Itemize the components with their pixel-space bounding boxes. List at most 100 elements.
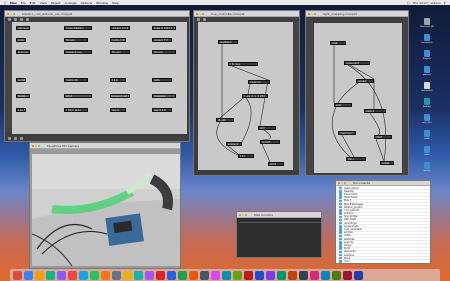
- edit-mode-icon[interactable]: [14, 137, 17, 140]
- dock-app-icon[interactable]: [101, 270, 110, 280]
- zoom-button[interactable]: [202, 12, 204, 15]
- dock-app-icon[interactable]: [24, 270, 33, 280]
- menu-edit[interactable]: Edit: [30, 1, 36, 5]
- spotlight-icon[interactable]: ⚲: [444, 1, 446, 5]
- minimize-button[interactable]: [341, 182, 343, 184]
- desktop-item-icon[interactable]: [424, 50, 430, 57]
- minimize-button[interactable]: [10, 12, 12, 15]
- dock-app-icon[interactable]: [277, 270, 286, 280]
- dock-app-icon[interactable]: [13, 270, 22, 280]
- minimize-button[interactable]: [35, 144, 37, 147]
- dock-app-icon[interactable]: [90, 270, 99, 280]
- dock-app-icon[interactable]: [189, 270, 198, 280]
- close-button[interactable]: [196, 12, 198, 15]
- webcam-window[interactable]: FaceTime HD Camera: [29, 142, 181, 269]
- dock-app-icon[interactable]: [354, 270, 363, 280]
- titlebar[interactable]: Max Console: [237, 212, 321, 218]
- wifi-icon[interactable]: ○: [407, 1, 410, 5]
- dock-app-icon[interactable]: [288, 270, 297, 280]
- finder-window[interactable]: Documents Applications Desktop Documents Do…: [335, 180, 431, 264]
- max-object[interactable]: unpack f f f: [152, 38, 172, 42]
- max-object[interactable]: route /bitalino: [64, 26, 92, 30]
- max-object[interactable]: flonum: [110, 50, 130, 54]
- dock-app-icon[interactable]: [321, 270, 330, 280]
- zoom-button[interactable]: [314, 12, 316, 15]
- patcher-canvas[interactable]: inlet route light unpack expr gate 2 maximum m…: [314, 23, 402, 173]
- menu-file[interactable]: File: [21, 1, 26, 5]
- minimize-button[interactable]: [311, 12, 313, 15]
- dock-app-icon[interactable]: [35, 270, 44, 280]
- max-object[interactable]: t b b: [110, 78, 126, 82]
- zoom-icon[interactable]: [20, 137, 23, 140]
- max-object[interactable]: print: [64, 94, 92, 98]
- menu-view[interactable]: View: [40, 1, 47, 5]
- close-button[interactable]: [32, 144, 34, 147]
- dock-app-icon[interactable]: [57, 270, 66, 280]
- max-object[interactable]: line 0.: [110, 108, 126, 112]
- dock-app-icon[interactable]: [156, 270, 165, 280]
- lock-icon[interactable]: [8, 18, 11, 21]
- menu-clock[interactable]: Thu 12:27: [413, 1, 428, 5]
- dock-app-icon[interactable]: [68, 270, 77, 280]
- dock-app-icon[interactable]: [299, 270, 308, 280]
- patcher-window-2[interactable]: hue_controller.maxpat loadbang r to_hue ro…: [193, 10, 300, 176]
- dock-app-icon[interactable]: [200, 270, 209, 280]
- lock-bottom-icon[interactable]: [8, 137, 11, 140]
- max-object[interactable]: route /riot: [110, 38, 126, 42]
- desktop-item-icon[interactable]: [424, 114, 430, 121]
- dock-app-icon[interactable]: [46, 270, 55, 280]
- max-object[interactable]: scale 0 1023 0. 1.: [152, 26, 176, 30]
- dock-app-icon[interactable]: [134, 270, 143, 280]
- apple-icon[interactable]: : [4, 1, 6, 5]
- dock-app-icon[interactable]: [244, 270, 253, 280]
- dock-app-icon[interactable]: [233, 270, 242, 280]
- menu-window[interactable]: Window: [96, 1, 108, 5]
- close-button[interactable]: [308, 12, 310, 15]
- minimize-button[interactable]: [199, 12, 201, 15]
- presentation-icon[interactable]: [14, 18, 17, 21]
- max-object[interactable]: flonum: [152, 50, 176, 54]
- titlebar[interactable]: light_mapping.maxpat: [306, 11, 408, 17]
- menu-user[interactable]: xiaoou: [431, 1, 441, 5]
- max-object[interactable]: slide 10 10: [16, 38, 26, 42]
- dock-app-icon[interactable]: [222, 270, 231, 280]
- desktop-item-icon[interactable]: [424, 82, 430, 89]
- desktop-item-icon[interactable]: [424, 162, 430, 169]
- max-object[interactable]: pak 0 0 0: [152, 108, 172, 112]
- menu-object[interactable]: Object: [51, 1, 61, 5]
- grid-icon[interactable]: [20, 18, 23, 21]
- max-object[interactable]: prepend set: [110, 94, 130, 98]
- zoom-button[interactable]: [38, 144, 40, 147]
- menu-help[interactable]: Help: [112, 1, 119, 5]
- dock-app-icon[interactable]: [343, 270, 352, 280]
- max-object[interactable]: udpreceive 8888: [16, 26, 30, 30]
- menu-arrange[interactable]: Arrange: [65, 1, 77, 5]
- dock-app-icon[interactable]: [112, 270, 121, 280]
- max-object[interactable]: flonum: [64, 38, 88, 42]
- dock-app-icon[interactable]: [266, 270, 275, 280]
- desktop-item-icon[interactable]: [424, 18, 430, 25]
- dock-app-icon[interactable]: [211, 270, 220, 280]
- dock-app-icon[interactable]: [310, 270, 319, 280]
- grid-icon[interactable]: [203, 18, 206, 21]
- desktop-item-icon[interactable]: [424, 98, 430, 105]
- dock-app-icon[interactable]: [255, 270, 264, 280]
- dock-app-icon[interactable]: [178, 270, 187, 280]
- dock-app-icon[interactable]: [167, 270, 176, 280]
- patcher-window-3[interactable]: light_mapping.maxpat inlet route light unp…: [305, 10, 409, 176]
- max-object[interactable]: toggle: [16, 94, 30, 98]
- max-object[interactable]: gate: [152, 78, 172, 82]
- patcher-canvas[interactable]: loadbang r to_hue route bri scale 0. 1. 0 2…: [198, 22, 293, 170]
- dock-app-icon[interactable]: [145, 270, 154, 280]
- zoom-button[interactable]: [245, 213, 247, 216]
- max-object[interactable]: message: [152, 94, 176, 98]
- desktop-item-icon[interactable]: [424, 66, 430, 73]
- patcher-canvas[interactable]: udpreceive 8888 route /bitalino unpack 0 0…: [12, 22, 187, 134]
- patcher-window-1[interactable]: bitalino_r-iot_arduino_osc.maxpat udprec…: [4, 10, 190, 142]
- lock-icon[interactable]: [197, 18, 200, 21]
- close-button[interactable]: [239, 213, 241, 216]
- desktop-item-icon[interactable]: [424, 130, 430, 137]
- close-button[interactable]: [7, 12, 9, 15]
- minimize-button[interactable]: [242, 213, 244, 216]
- dock-app-icon[interactable]: [79, 270, 88, 280]
